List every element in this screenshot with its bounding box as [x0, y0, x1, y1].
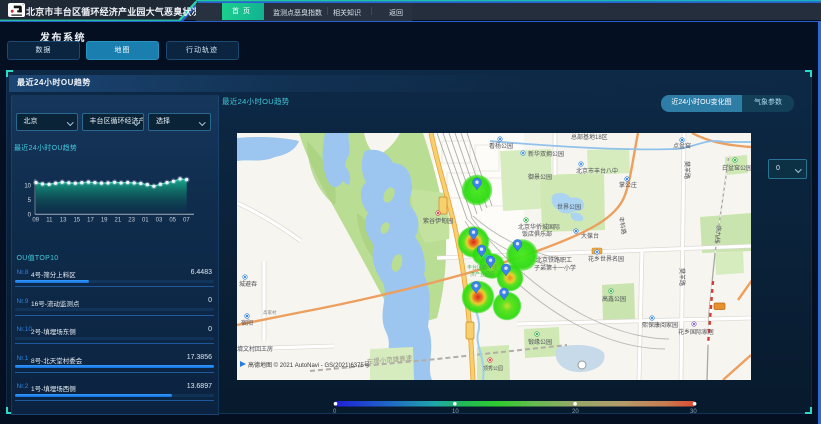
- svg-text:10: 10: [24, 183, 31, 189]
- svg-text:0: 0: [28, 213, 32, 219]
- svg-text:锻缘公园: 锻缘公园: [528, 338, 552, 346]
- svg-text:顶秀公园: 顶秀公园: [483, 365, 503, 372]
- svg-text:13: 13: [60, 218, 67, 224]
- svg-text:御景公园: 御景公园: [528, 173, 552, 181]
- svg-text:北京华侨城国际: 北京华侨城国际: [518, 223, 560, 231]
- svg-text:北京市丰台八中: 北京市丰台八中: [576, 167, 618, 175]
- svg-text:高鑫公园: 高鑫公园: [602, 295, 626, 303]
- svg-text:樊羊路: 樊羊路: [683, 161, 691, 179]
- svg-text:白盆窑公园: 白盆窑公园: [722, 164, 751, 172]
- svg-text:23: 23: [128, 218, 135, 224]
- svg-text:花乡世界名园: 花乡世界名园: [588, 255, 624, 263]
- svg-text:樊羊路: 樊羊路: [678, 268, 686, 286]
- svg-text:紫谷伊甸园: 紫谷伊甸园: [423, 217, 453, 225]
- svg-text:饭店俱乐部: 饭店俱乐部: [522, 230, 552, 238]
- svg-text:11: 11: [46, 218, 53, 224]
- svg-text:宿阳: 宿阳: [241, 319, 253, 327]
- svg-text:05: 05: [169, 218, 176, 224]
- svg-text:新华双拥公园: 新华双拥公园: [528, 150, 564, 158]
- svg-text:21: 21: [115, 218, 122, 224]
- svg-text:高德地图 © 2021 AutoNavi - GS(2021: 高德地图 © 2021 AutoNavi - GS(2021)6375号: [248, 361, 370, 369]
- svg-text:大葆台: 大葆台: [581, 232, 599, 240]
- svg-text:总部基地18区: 总部基地18区: [571, 133, 608, 141]
- svg-text:城避吞: 城避吞: [239, 280, 257, 288]
- svg-text:济产业园区: 济产业园区: [470, 271, 495, 278]
- svg-text:19: 19: [101, 218, 108, 224]
- svg-text:01: 01: [142, 218, 149, 224]
- svg-text:熙保康阅家园: 熙保康阅家园: [642, 321, 678, 329]
- svg-text:07: 07: [183, 218, 190, 224]
- svg-text:03: 03: [156, 218, 163, 224]
- svg-text:子弟第十一小学: 子弟第十一小学: [534, 264, 576, 272]
- svg-text:点盆窑: 点盆窑: [673, 142, 691, 150]
- svg-text:看杨公园: 看杨公园: [489, 142, 513, 150]
- svg-text:5: 5: [28, 198, 32, 204]
- svg-text:北京铁路职工: 北京铁路职工: [536, 256, 572, 264]
- svg-text:09: 09: [32, 218, 39, 224]
- svg-text:15: 15: [73, 218, 80, 224]
- svg-text:掌公庄: 掌公庄: [619, 181, 637, 189]
- svg-text:花乡国际家居: 花乡国际家居: [678, 328, 714, 336]
- svg-text:高家村: 高家村: [263, 309, 277, 316]
- svg-text:堉文村回王房: 堉文村回王房: [237, 345, 273, 353]
- svg-text:17: 17: [87, 218, 94, 224]
- svg-text:世界公园: 世界公园: [557, 203, 581, 211]
